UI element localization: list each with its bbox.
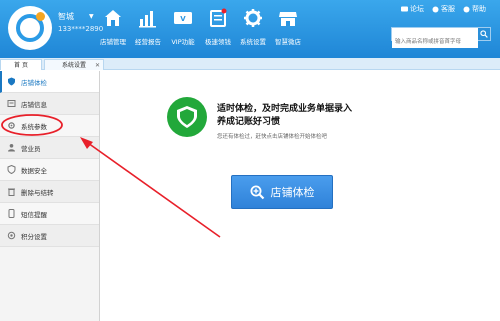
nav-shop-management[interactable]: 店铺管理 — [96, 8, 130, 52]
app-logo — [8, 6, 52, 50]
checkup-subtext: 您还有体检过，赶快点击店铺体检开始体检吧 — [217, 134, 328, 140]
sidebar-item-shop-info[interactable]: 店铺信息 — [0, 93, 99, 115]
sidebar-item-system-params[interactable]: 系统参数 — [0, 115, 99, 137]
nav-label: 智慧微店 — [275, 38, 301, 46]
sidebar-item-label: 店铺信息 — [21, 100, 47, 109]
shield-check-icon — [8, 77, 15, 86]
service-link[interactable]: 客服 — [432, 4, 455, 14]
bar-chart-icon — [139, 11, 156, 28]
headline-line1: 适时体检，及时完成业务单据录入 — [217, 104, 353, 114]
sidebar-item-label: 数据安全 — [21, 166, 47, 175]
chevron-down-icon[interactable]: ▼ — [89, 13, 94, 20]
magnifier-plus-icon — [250, 185, 264, 199]
app-window: 智城 ▼ 133****2890 店铺管理 经营报告 V VIP功能 极速领钱 … — [0, 0, 500, 321]
list-icon — [210, 8, 227, 27]
forum-icon — [401, 6, 408, 11]
sidebar-item-label: 营业员 — [21, 144, 41, 153]
sidebar-item-label: 系统参数 — [21, 122, 47, 131]
headline-line2: 养成记账好习惯 — [217, 117, 281, 127]
search-input[interactable] — [392, 36, 478, 48]
headset-icon — [432, 6, 439, 12]
nav-label: 店铺管理 — [100, 38, 126, 46]
gear-icon — [8, 122, 15, 129]
forum-link[interactable]: 论坛 — [401, 4, 424, 14]
gear-icon — [244, 9, 262, 27]
nav-label: 系统设置 — [240, 38, 266, 46]
shop-checkup-button[interactable]: 店铺体检 — [231, 175, 333, 209]
person-icon — [8, 144, 15, 152]
main-content: 适时体检，及时完成业务单据录入 养成记账好习惯 您还有体检过，赶快点击店铺体检开… — [101, 71, 500, 321]
sidebar-item-data-security[interactable]: 数据安全 — [0, 159, 99, 181]
sms-icon — [8, 209, 15, 218]
shop-icon — [105, 10, 121, 26]
shield-check-icon — [167, 97, 207, 137]
sidebar-item-points-settings[interactable]: 积分设置 — [0, 225, 99, 247]
nav-business-report[interactable]: 经营报告 — [131, 8, 165, 52]
header-bar: 智城 ▼ 133****2890 店铺管理 经营报告 V VIP功能 极速领钱 … — [0, 0, 500, 58]
sidebar-item-label: 短信提醒 — [21, 210, 47, 219]
sidebar-item-label: 删除与结转 — [21, 188, 54, 197]
button-label: 店铺体检 — [270, 186, 315, 199]
tab-strip: 首 页 系统设置 ✕ — [0, 58, 500, 70]
shop-name[interactable]: 智城 — [58, 11, 74, 22]
sidebar-item-sms-reminder[interactable]: 短信提醒 — [0, 203, 99, 225]
search-button[interactable] — [478, 28, 490, 40]
store-info-icon — [7, 100, 16, 107]
points-icon — [7, 231, 16, 240]
nav-system-settings[interactable]: 系统设置 — [236, 8, 270, 52]
sidebar-item-staff[interactable]: 营业员 — [0, 137, 99, 159]
svg-text:V: V — [180, 15, 186, 23]
sidebar-item-label: 积分设置 — [21, 232, 47, 241]
delete-icon — [8, 188, 15, 196]
nav-vip[interactable]: V VIP功能 — [166, 8, 200, 52]
vip-card-icon: V — [174, 12, 192, 24]
sidebar-item-delete-carryover[interactable]: 删除与结转 — [0, 181, 99, 203]
close-icon[interactable]: ✕ — [95, 60, 100, 71]
sidebar-item-shop-checkup[interactable]: 店铺体检 — [0, 71, 99, 93]
store-icon — [279, 12, 297, 26]
tab-label: 系统设置 — [61, 62, 86, 69]
main-nav: 店铺管理 经营报告 V VIP功能 极速领钱 系统设置 智慧微店 — [96, 8, 306, 52]
sidebar-item-label: 店铺体检 — [21, 78, 47, 87]
sidebar: 店铺体检 店铺信息 系统参数 营业员 数据安全 删除与结转 短信提醒 积分设置 — [0, 71, 100, 321]
nav-label: 经营报告 — [135, 38, 161, 46]
checkup-headline: 适时体检，及时完成业务单据录入 养成记账好习惯 — [217, 103, 352, 129]
nav-label: VIP功能 — [171, 38, 195, 46]
nav-fast-cash[interactable]: 极速领钱 — [201, 8, 235, 52]
help-link[interactable]: 帮助 — [463, 4, 486, 14]
top-links: 论坛 客服 帮助 — [393, 4, 486, 14]
nav-label: 极速领钱 — [205, 38, 231, 46]
tab-system-settings[interactable]: 系统设置 ✕ — [44, 59, 104, 70]
nav-smart-store[interactable]: 智慧微店 — [271, 8, 305, 52]
search-icon — [480, 30, 488, 38]
help-icon — [463, 6, 470, 12]
tab-home[interactable]: 首 页 — [0, 59, 42, 70]
search-box — [391, 27, 491, 48]
shield-icon — [7, 165, 16, 174]
